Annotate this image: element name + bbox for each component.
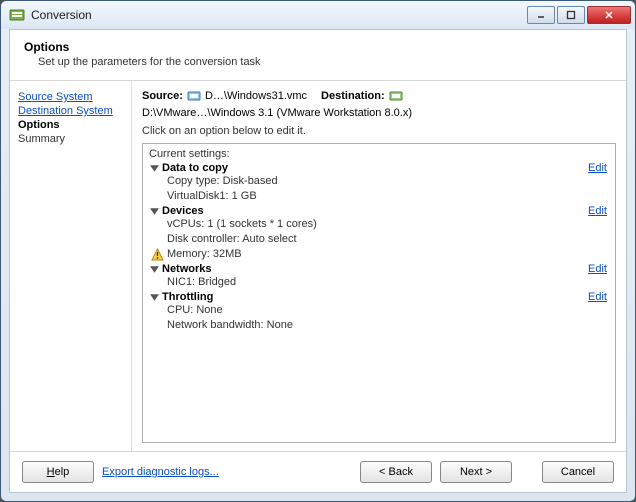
page-header: Options Set up the parameters for the co… <box>10 30 626 81</box>
source-value: D…\Windows31.vmc <box>205 90 307 102</box>
edit-link[interactable]: Edit <box>588 291 607 303</box>
next-button[interactable]: Next > <box>440 461 512 483</box>
group-name: Networks <box>162 263 588 275</box>
step-source-system[interactable]: Source System <box>18 91 123 103</box>
edit-hint: Click on an option below to edit it. <box>142 125 616 137</box>
chevron-down-icon <box>149 264 160 275</box>
client-area: Options Set up the parameters for the co… <box>9 29 627 493</box>
back-button[interactable]: < Back <box>360 461 432 483</box>
group-throttling: Throttling Edit CPU: None Network bandwi… <box>149 291 609 333</box>
wizard-steps: Source System Destination System Options… <box>10 81 132 451</box>
chevron-down-icon <box>149 206 160 217</box>
group-header[interactable]: Data to copy Edit <box>149 162 609 174</box>
destination-icon <box>389 89 403 103</box>
main-panel: Source: D…\Windows31.vmc Destination: D:… <box>132 81 626 451</box>
group-name: Throttling <box>162 291 588 303</box>
minimize-button[interactable] <box>527 6 555 24</box>
edit-link[interactable]: Edit <box>588 205 607 217</box>
step-summary: Summary <box>18 133 123 145</box>
group-header[interactable]: Networks Edit <box>149 263 609 275</box>
page-title: Options <box>24 40 612 54</box>
warning-icon <box>151 248 164 261</box>
destination-value: D:\VMware…\Windows 3.1 (VMware Workstati… <box>142 107 412 119</box>
setting-item: VirtualDisk1: 1 GB <box>149 189 609 204</box>
group-header[interactable]: Throttling Edit <box>149 291 609 303</box>
chevron-down-icon <box>149 292 160 303</box>
setting-item-label: Memory: 32MB <box>167 247 242 262</box>
setting-item: NIC1: Bridged <box>149 275 609 290</box>
setting-item: Copy type: Disk-based <box>149 174 609 189</box>
group-networks: Networks Edit NIC1: Bridged <box>149 263 609 290</box>
group-data-to-copy: Data to copy Edit Copy type: Disk-based … <box>149 162 609 204</box>
conversion-window: Conversion Options Set up the parameters… <box>0 0 636 502</box>
setting-item: Network bandwidth: None <box>149 318 609 333</box>
setting-item: Disk controller: Auto select <box>149 232 609 247</box>
edit-link[interactable]: Edit <box>588 162 607 174</box>
group-devices: Devices Edit vCPUs: 1 (1 sockets * 1 cor… <box>149 205 609 262</box>
app-icon <box>9 7 25 23</box>
chevron-down-icon <box>149 163 160 174</box>
window-title: Conversion <box>31 8 527 22</box>
window-controls <box>527 6 631 24</box>
source-destination-line: Source: D…\Windows31.vmc Destination: D:… <box>142 89 616 119</box>
settings-panel: Current settings: Data to copy Edit Copy… <box>142 143 616 443</box>
source-label: Source: <box>142 90 183 102</box>
current-settings-label: Current settings: <box>149 148 609 160</box>
titlebar[interactable]: Conversion <box>1 1 635 29</box>
edit-link[interactable]: Edit <box>588 263 607 275</box>
setting-item-warning: Memory: 32MB <box>149 247 609 262</box>
group-header[interactable]: Devices Edit <box>149 205 609 217</box>
footer: Help Export diagnostic logs... < Back Ne… <box>10 452 626 492</box>
export-diagnostic-link[interactable]: Export diagnostic logs... <box>102 466 219 478</box>
step-destination-system[interactable]: Destination System <box>18 105 123 117</box>
destination-label: Destination: <box>321 90 385 102</box>
group-name: Data to copy <box>162 162 588 174</box>
body: Source System Destination System Options… <box>10 81 626 452</box>
maximize-button[interactable] <box>557 6 585 24</box>
setting-item: CPU: None <box>149 303 609 318</box>
source-icon <box>187 89 201 103</box>
page-subtitle: Set up the parameters for the conversion… <box>24 56 612 68</box>
setting-item: vCPUs: 1 (1 sockets * 1 cores) <box>149 217 609 232</box>
cancel-button[interactable]: Cancel <box>542 461 614 483</box>
group-name: Devices <box>162 205 588 217</box>
help-button[interactable]: Help <box>22 461 94 483</box>
step-options: Options <box>18 119 123 131</box>
close-button[interactable] <box>587 6 631 24</box>
